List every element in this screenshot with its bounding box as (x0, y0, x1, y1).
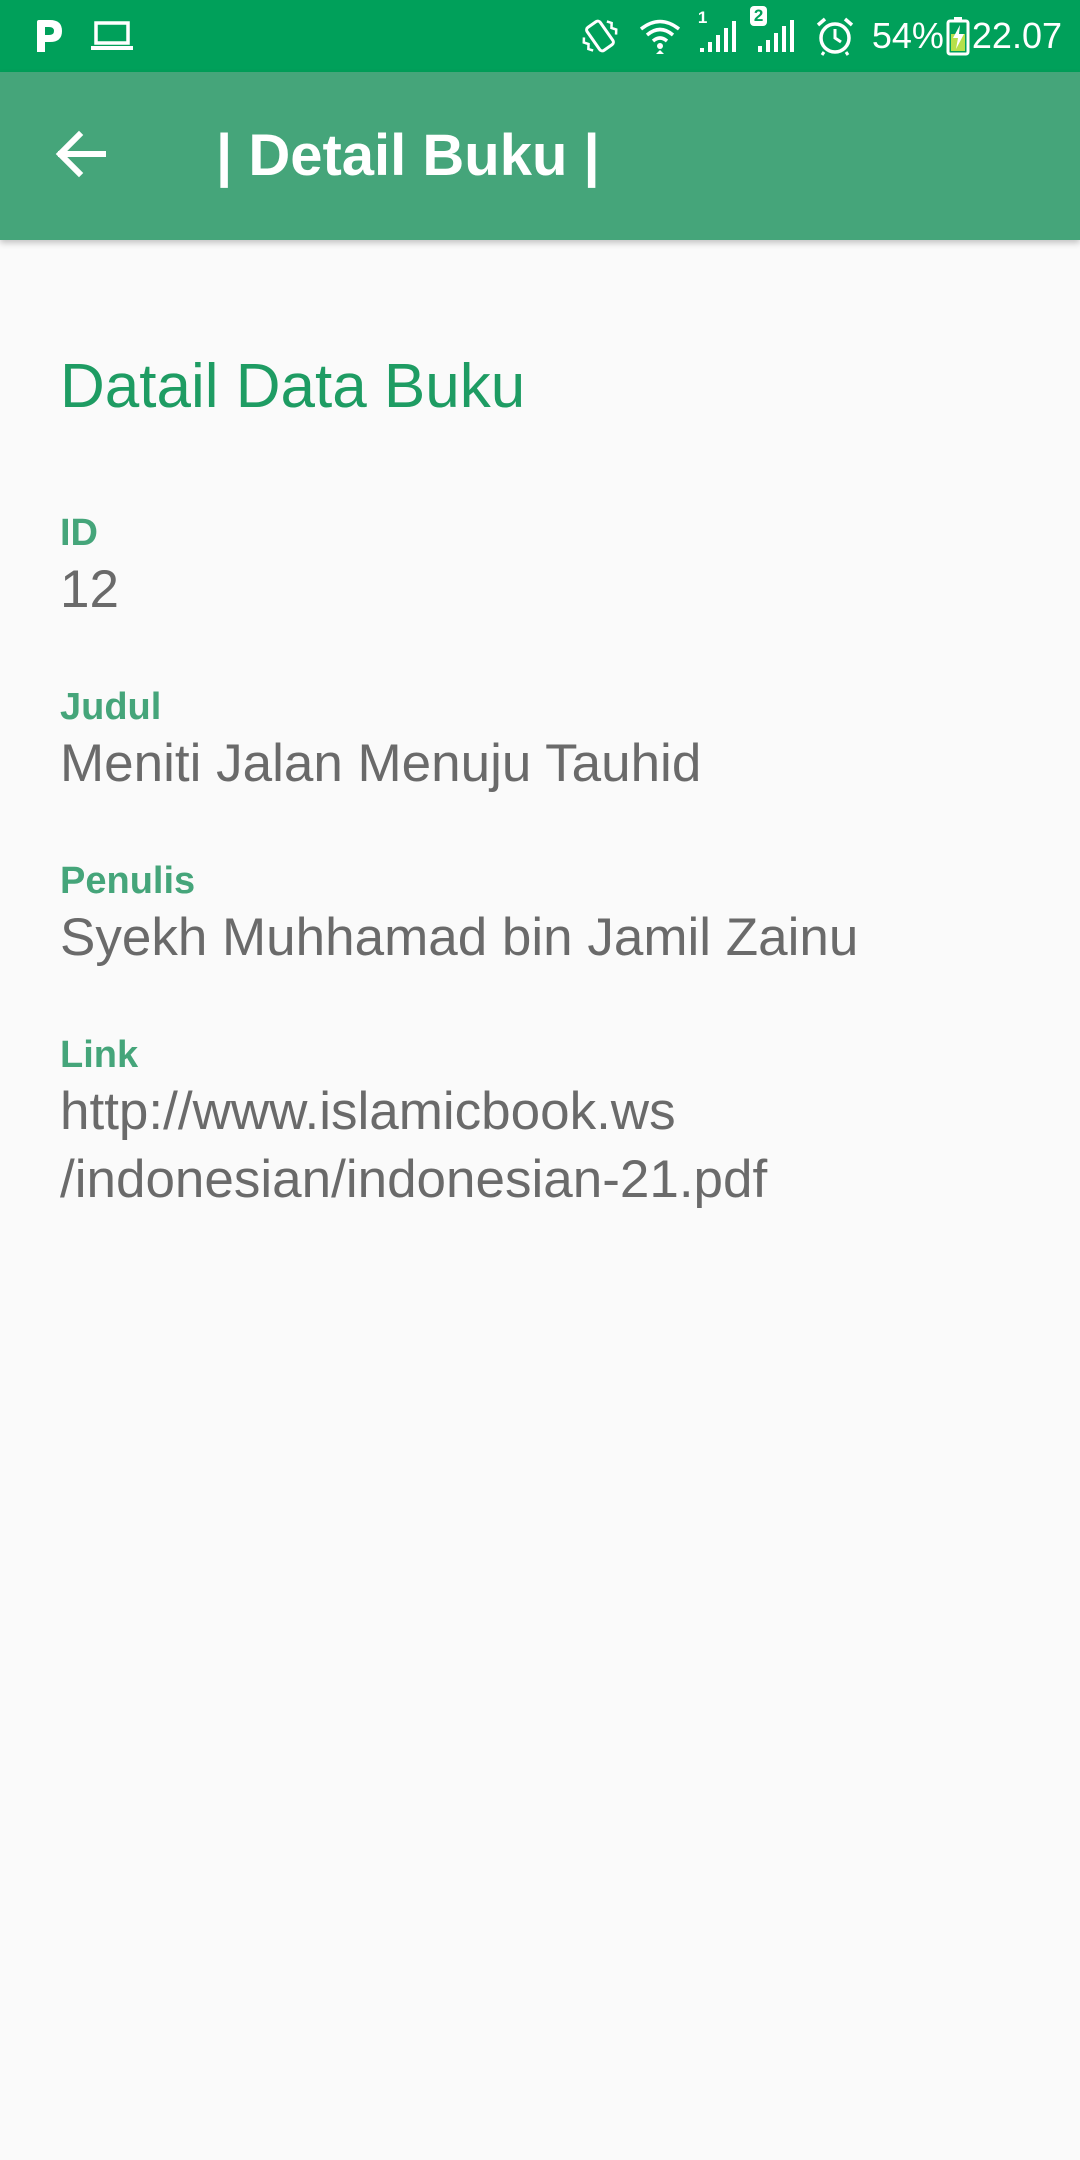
field-link-value: http://www.islamicbook.ws /indonesian/in… (60, 1078, 1040, 1214)
battery-percent: 54% (871, 15, 944, 56)
field-link: Link http://www.islamicbook.ws /indonesi… (60, 1032, 1040, 1214)
signal-sim1-icon: 1 (698, 8, 738, 54)
field-link-value-line1: http://www.islamicbook.ws (60, 1082, 676, 1141)
field-link-label: Link (60, 1034, 139, 1076)
back-button[interactable] (40, 116, 120, 196)
p-app-icon (34, 18, 64, 54)
status-bar-right: 1 2 54% 22.07 (578, 6, 1062, 60)
signal-sim2-icon: 2 (749, 6, 798, 54)
alarm-icon (814, 16, 856, 56)
field-id-value: 12 (60, 560, 119, 619)
field-judul-value: Meniti Jalan Menuju Tauhid (60, 734, 702, 793)
app-bar-title: | Detail Buku | (216, 123, 600, 188)
status-time: 22.07 (971, 15, 1062, 56)
sim1-label: 1 (697, 8, 708, 27)
laptop-icon (90, 20, 134, 52)
field-penulis: Penulis Syekh Muhhamad bin Jamil Zainu (60, 858, 1040, 972)
vibrate-icon (578, 16, 622, 56)
battery-charging-icon (946, 16, 970, 56)
field-judul-label: Judul (60, 686, 162, 728)
field-link-value-line2: /indonesian/indonesian-21.pdf (60, 1150, 768, 1209)
field-judul: Judul Meniti Jalan Menuju Tauhid (60, 684, 1040, 798)
section-title: Datail Data Buku (60, 352, 526, 421)
detail-content: Datail Data Buku ID 12 Judul Meniti Jala… (60, 240, 1040, 1214)
arrow-back-icon (53, 129, 107, 184)
field-id-label: ID (60, 512, 98, 554)
field-penulis-value: Syekh Muhhamad bin Jamil Zainu (60, 908, 859, 967)
field-id: ID 12 (60, 510, 1040, 624)
field-penulis-label: Penulis (60, 860, 196, 902)
app-bar: | Detail Buku | (0, 72, 1080, 240)
status-bar: 1 2 54% 22.07 (0, 0, 1080, 72)
status-bar-left (34, 12, 134, 60)
battery-group: 54% 22.07 (872, 15, 1062, 57)
sim2-label: 2 (749, 6, 768, 26)
wifi-icon (638, 16, 682, 56)
